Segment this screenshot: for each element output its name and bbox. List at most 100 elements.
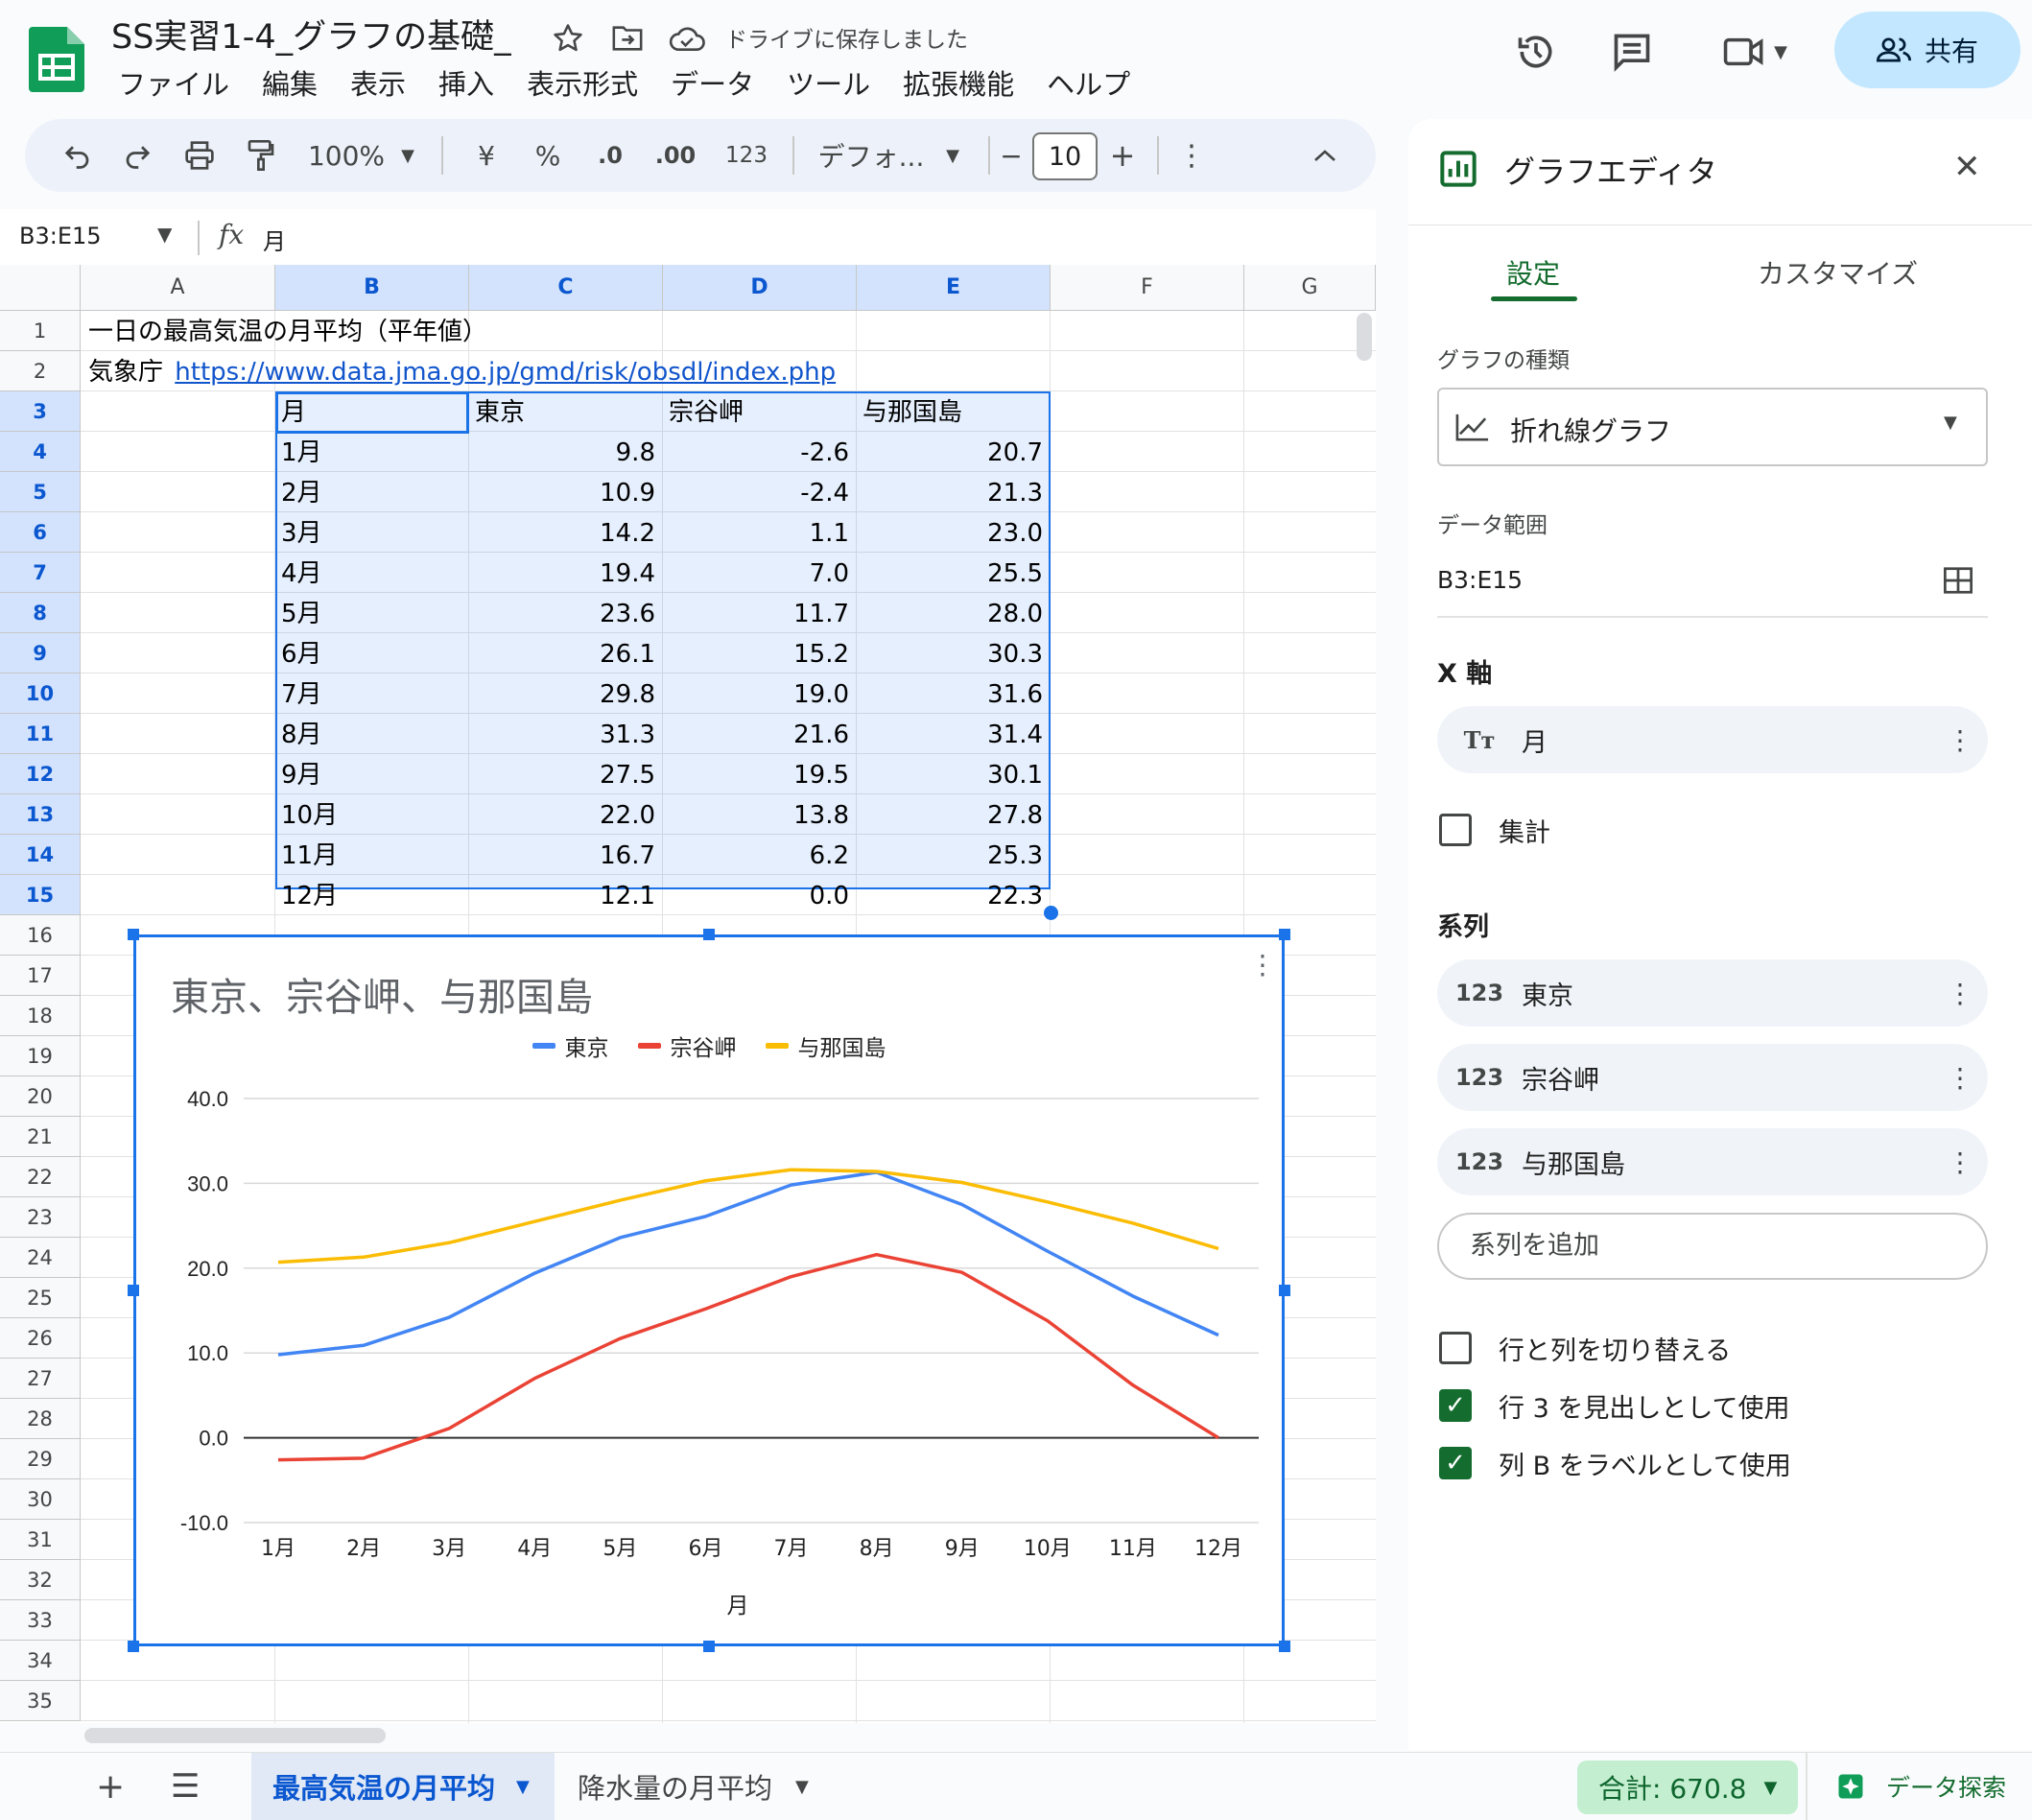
value-cell[interactable]: 27.5	[475, 754, 655, 794]
more-vert-icon[interactable]: ⋮	[1932, 978, 1988, 1009]
chart-type-select[interactable]: 折れ線グラフ ▼	[1437, 388, 1988, 466]
value-cell[interactable]: 21.3	[862, 472, 1043, 512]
row-header[interactable]: 21	[0, 1117, 81, 1157]
spreadsheet-grid[interactable]: ABCDEFG 1 2 3 4 5 6 7 8 9 10 11 12 13 14 15 16 17 18 19 20 2…	[0, 265, 1376, 1723]
tab-customize[interactable]: カスタマイズ	[1758, 253, 1918, 292]
select-all-corner[interactable]	[0, 265, 81, 311]
menu-help[interactable]: ヘルプ	[1030, 65, 1146, 104]
menu-format[interactable]: 表示形式	[510, 65, 654, 104]
value-cell[interactable]: 13.8	[669, 794, 849, 835]
month-cell[interactable]: 6月	[281, 633, 461, 674]
value-cell[interactable]: 30.1	[862, 754, 1043, 794]
row-header[interactable]: 26	[0, 1318, 81, 1359]
table-header-cell[interactable]: 与那国島	[862, 391, 1043, 432]
value-cell[interactable]: 0.0	[669, 875, 849, 915]
resize-handle[interactable]	[1279, 1285, 1290, 1296]
value-cell[interactable]: 11.7	[669, 593, 849, 633]
resize-handle[interactable]	[1279, 929, 1290, 940]
row-header[interactable]: 12	[0, 754, 81, 794]
value-cell[interactable]: 19.4	[475, 553, 655, 593]
x-axis-chip[interactable]: Tт 月 ⋮	[1437, 706, 1988, 773]
menu-file[interactable]: ファイル	[102, 65, 246, 104]
cell-a2[interactable]: 気象庁 https://www.data.jma.go.jp/gmd/risk/…	[88, 351, 836, 391]
font-size-input[interactable]: 10	[1032, 132, 1098, 180]
sheet-tab-active[interactable]: 最高気温の月平均 ▼	[251, 1753, 555, 1820]
document-title[interactable]: SS実習1-4_グラフの基礎_	[111, 10, 511, 59]
row-header[interactable]: 18	[0, 996, 81, 1036]
all-sheets-icon[interactable]: ☰	[171, 1753, 209, 1820]
month-cell[interactable]: 1月	[281, 432, 461, 472]
value-cell[interactable]: 6.2	[669, 835, 849, 875]
row-header[interactable]: 8	[0, 593, 81, 633]
row-header[interactable]: 14	[0, 835, 81, 875]
zoom-select[interactable]: 100%	[303, 119, 390, 192]
row-header[interactable]: 29	[0, 1439, 81, 1479]
horizontal-scrollbar[interactable]	[84, 1728, 386, 1743]
row-header[interactable]: 24	[0, 1238, 81, 1278]
month-cell[interactable]: 4月	[281, 553, 461, 593]
value-cell[interactable]: 14.2	[475, 512, 655, 553]
table-header-cell[interactable]: 宗谷岬	[669, 391, 849, 432]
series-chip-tokyo[interactable]: 123 東京 ⋮	[1437, 959, 1988, 1027]
resize-handle[interactable]	[1279, 1641, 1290, 1652]
value-cell[interactable]: 31.4	[862, 714, 1043, 754]
row-header[interactable]: 32	[0, 1560, 81, 1600]
value-cell[interactable]: 26.1	[475, 633, 655, 674]
aggregate-checkbox[interactable]	[1439, 814, 1472, 846]
font-size-plus-icon[interactable]: +	[1099, 119, 1146, 192]
paint-format-icon[interactable]	[234, 119, 288, 192]
vertical-scrollbar[interactable]	[1357, 313, 1372, 361]
more-options-icon[interactable]: ⋮	[1172, 119, 1211, 192]
more-vert-icon[interactable]: ⋮	[1932, 1062, 1988, 1094]
value-cell[interactable]: 19.5	[669, 754, 849, 794]
row-header[interactable]: 1	[0, 311, 81, 351]
row-header[interactable]: 9	[0, 633, 81, 674]
menu-edit[interactable]: 編集	[246, 65, 334, 104]
column-header[interactable]: D	[663, 265, 857, 311]
menu-insert[interactable]: 挿入	[422, 65, 510, 104]
cell-a1[interactable]: 一日の最高気温の月平均（平年値）	[88, 311, 487, 351]
cloud-saved-icon[interactable]	[666, 17, 708, 59]
row-header[interactable]: 16	[0, 915, 81, 956]
menu-extensions[interactable]: 拡張機能	[886, 65, 1030, 104]
version-history-icon[interactable]	[1508, 27, 1564, 77]
column-header[interactable]: E	[857, 265, 1051, 311]
row-header[interactable]: 15	[0, 875, 81, 915]
select-range-icon[interactable]	[1942, 566, 1974, 599]
row-header[interactable]: 30	[0, 1479, 81, 1520]
row-header[interactable]: 2	[0, 351, 81, 391]
row-header[interactable]: 4	[0, 432, 81, 472]
decrease-decimal-button[interactable]: .0	[583, 119, 637, 192]
month-cell[interactable]: 3月	[281, 512, 461, 553]
value-cell[interactable]: 21.6	[669, 714, 849, 754]
menu-data[interactable]: データ	[654, 65, 770, 104]
row-header[interactable]: 13	[0, 794, 81, 835]
sheet-tab-dropdown-icon[interactable]: ▼	[516, 1777, 530, 1797]
series-chip-soya[interactable]: 123 宗谷岬 ⋮	[1437, 1044, 1988, 1111]
row-header[interactable]: 28	[0, 1399, 81, 1439]
print-icon[interactable]	[173, 119, 226, 192]
percent-format-button[interactable]: %	[524, 119, 572, 192]
more-vert-icon[interactable]: ⋮	[1932, 724, 1988, 756]
row-header[interactable]: 35	[0, 1681, 81, 1721]
value-cell[interactable]: 23.6	[475, 593, 655, 633]
font-dropdown-icon[interactable]: ▼	[938, 119, 967, 192]
row-header[interactable]: 33	[0, 1600, 81, 1641]
use-row-header-checkbox[interactable]: ✓	[1439, 1389, 1472, 1422]
row-header[interactable]: 34	[0, 1641, 81, 1681]
row-header[interactable]: 25	[0, 1278, 81, 1318]
column-header[interactable]: B	[275, 265, 469, 311]
value-cell[interactable]: -2.6	[669, 432, 849, 472]
source-link[interactable]: https://www.data.jma.go.jp/gmd/risk/obsd…	[175, 358, 836, 387]
value-cell[interactable]: -2.4	[669, 472, 849, 512]
row-header[interactable]: 6	[0, 512, 81, 553]
chart-menu-icon[interactable]: ⋮	[1249, 949, 1276, 981]
comments-icon[interactable]	[1604, 27, 1660, 77]
value-cell[interactable]: 27.8	[862, 794, 1043, 835]
sum-indicator[interactable]: 合計: 670.8 ▼	[1577, 1761, 1799, 1814]
font-select[interactable]: デフォ...	[814, 119, 929, 192]
row-header[interactable]: 11	[0, 714, 81, 754]
resize-handle[interactable]	[128, 1641, 139, 1652]
month-cell[interactable]: 11月	[281, 835, 461, 875]
resize-handle[interactable]	[128, 929, 139, 940]
